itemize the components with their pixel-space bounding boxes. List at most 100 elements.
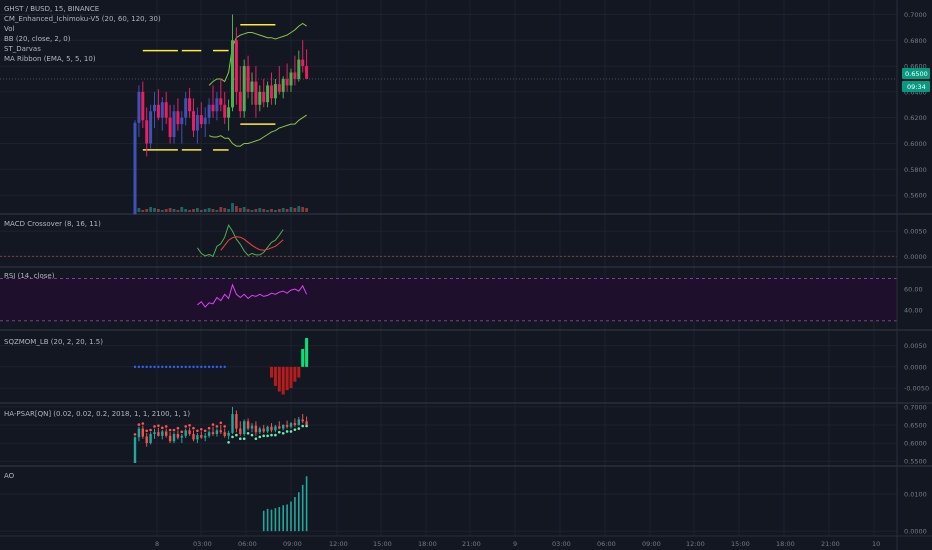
- time-tick-label: 03:00: [193, 540, 212, 548]
- sqz-zero-dot: [211, 365, 215, 369]
- axis-tick-label: 0.0000: [904, 253, 927, 261]
- candle-body: [160, 102, 164, 118]
- panel-label-sqzmom[interactable]: SQZMOM_LB (20, 2, 20, 1.5): [4, 338, 103, 346]
- psar-dot: [196, 429, 199, 433]
- volume-bar: [141, 210, 145, 212]
- volume-bar: [293, 208, 297, 212]
- volume-bar: [157, 209, 160, 212]
- volume-bar: [184, 209, 188, 212]
- volume-bar: [250, 210, 254, 212]
- ao-bar: [270, 509, 273, 532]
- candle-body: [211, 104, 215, 112]
- psar-dot: [145, 429, 148, 433]
- time-tick-label: 21:00: [821, 540, 840, 548]
- sqz-bar: [285, 366, 289, 391]
- axis-tick-label: 0.0100: [904, 491, 927, 499]
- psar-dot: [184, 425, 187, 428]
- axis-tick-label: 0.7000: [904, 11, 927, 19]
- ha-body: [172, 434, 176, 442]
- sqz-bar: [270, 366, 273, 378]
- psar-dot: [270, 433, 273, 437]
- candle-body: [192, 111, 195, 131]
- volume-bar: [254, 209, 258, 212]
- volume-bar: [266, 210, 269, 212]
- psar-dot: [242, 437, 246, 441]
- psar-dot: [305, 424, 308, 428]
- time-tick-label: 03:00: [552, 540, 571, 548]
- psar-dot: [161, 426, 164, 430]
- ha-body: [285, 424, 289, 427]
- candle-body: [215, 98, 219, 112]
- candle-body: [305, 66, 309, 79]
- ha-body: [188, 430, 191, 434]
- macd-line: [196, 223, 284, 258]
- volume-bar: [301, 207, 305, 212]
- ha-body: [215, 430, 219, 434]
- sqz-zero-dot: [196, 365, 199, 369]
- candle-body: [254, 81, 258, 105]
- panel-label-ao[interactable]: AO: [4, 472, 15, 480]
- psar-dot: [239, 437, 242, 441]
- indicator-label-darvas[interactable]: ST_Darvas: [4, 45, 41, 53]
- sqz-bar: [305, 337, 309, 367]
- rsi-band: [0, 278, 897, 321]
- volume-bar: [270, 209, 273, 212]
- volume-bar: [231, 203, 234, 212]
- volume-bar: [258, 208, 262, 212]
- candle-body: [176, 111, 180, 125]
- volume-bar: [172, 209, 176, 212]
- indicator-label-ma-ribbon[interactable]: MA Ribbon (EMA, 5, 5, 10): [4, 55, 96, 63]
- indicator-label-bb[interactable]: BB (20, close, 2, 0): [4, 35, 71, 43]
- psar-dot: [137, 423, 141, 426]
- ha-body: [219, 430, 222, 433]
- time-axis: 8 03:00 06:00 09:00 12:00 15:00 18:00 21:00 9 03:…: [0, 535, 932, 548]
- candle-body: [184, 98, 188, 118]
- symbol-title[interactable]: GHST / BUSD, 15, BINANCE: [4, 5, 99, 13]
- candle-body: [270, 85, 273, 99]
- indicator-label-vol[interactable]: Vol: [4, 25, 15, 33]
- sqz-zero-dot: [153, 365, 156, 369]
- panel-label-macd[interactable]: MACD Crossover (8, 16, 11): [4, 220, 101, 228]
- candle-body: [277, 84, 281, 92]
- time-tick-label: 8: [155, 540, 159, 548]
- candle-body: [164, 102, 168, 118]
- ha-body: [204, 435, 207, 438]
- sqz-zero-dot: [149, 365, 152, 369]
- psar-dot: [203, 429, 207, 433]
- indicator-label-ichimoku[interactable]: CM_Enhanced_Ichimoku-V5 (20, 60, 120, 30…: [4, 15, 161, 23]
- sqz-zero-dot: [207, 365, 211, 369]
- ha-body: [149, 434, 152, 444]
- ha-body: [145, 436, 148, 444]
- volume-bar: [262, 209, 266, 212]
- panel-label-rsi[interactable]: RSI (14, close): [4, 272, 55, 280]
- volume-bar: [246, 209, 250, 212]
- axis-tick-label: -0.0050: [904, 385, 929, 393]
- time-tick-label: 18:00: [418, 540, 437, 548]
- psar-dot: [254, 437, 258, 441]
- ha-body: [235, 414, 238, 429]
- axis-tick-label: 0.6500: [904, 421, 927, 429]
- volume-bar: [176, 210, 180, 212]
- ao-bar: [305, 476, 308, 532]
- candle-body: [293, 72, 297, 79]
- psar-dot: [153, 425, 156, 428]
- candle-body: [141, 91, 145, 121]
- volume-bar: [168, 208, 172, 212]
- ha-body: [223, 432, 226, 436]
- chart-canvas[interactable]: 0.70000.68000.66000.64000.62000.60000.58…: [0, 0, 932, 550]
- psar-dot: [301, 424, 305, 428]
- psar-dot: [289, 430, 293, 433]
- candle-body: [223, 104, 227, 118]
- countdown-value: 09:34: [907, 83, 926, 91]
- sqz-zero-dot: [145, 365, 148, 369]
- ha-body: [184, 430, 187, 436]
- sqz-zero-dot: [137, 365, 141, 369]
- sqz-zero-dot: [161, 365, 164, 369]
- ha-body: [254, 425, 258, 433]
- panel-label-psar[interactable]: HA-PSAR[QN] (0.02, 0.02, 0.2, 2018, 1, 1…: [4, 410, 190, 418]
- candle-body: [242, 66, 246, 112]
- candle-body: [156, 104, 160, 118]
- candle-body: [145, 120, 149, 144]
- ha-body: [161, 431, 164, 436]
- price-tag-value: 0.6500: [905, 70, 928, 78]
